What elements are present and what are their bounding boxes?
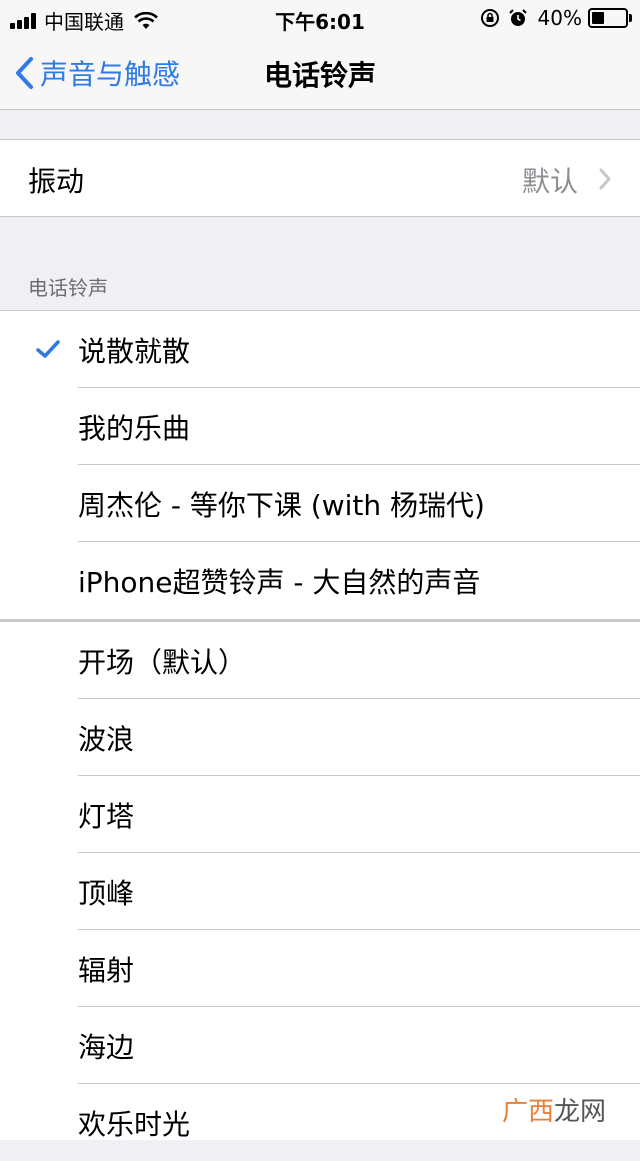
ringtone-label: 周杰伦 - 等你下课 (with 杨瑞代) [78, 489, 485, 522]
ringtone-item[interactable]: iPhone超赞铃声 - 大自然的声音 [0, 542, 640, 619]
status-bar: 中国联通 下午6:01 40% [0, 0, 640, 40]
alarm-icon [508, 9, 527, 26]
ringtone-label: 辐射 [78, 954, 135, 987]
ringtone-label: 欢乐时光 [78, 1108, 191, 1141]
status-right: 40% [472, 6, 632, 30]
ringtone-item[interactable]: 周杰伦 - 等你下课 (with 杨瑞代) [0, 465, 640, 542]
battery-icon [588, 8, 632, 28]
ringtone-item[interactable]: 辐射 [0, 930, 640, 1007]
ringtone-label: 说散就散 [78, 335, 191, 368]
ringtone-label: 我的乐曲 [78, 412, 191, 445]
default-tones-list: 开场（默认） 波浪 灯塔 顶峰 辐射 海边 欢乐时光 [0, 620, 640, 1141]
ringtone-label: 海边 [78, 1031, 135, 1064]
checkmark-icon [36, 340, 60, 358]
vibration-label: 振动 [28, 165, 85, 198]
ringtone-item[interactable]: 波浪 [0, 699, 640, 776]
watermark-part2: 龙网 [553, 1097, 606, 1127]
section-header: 电话铃声 [28, 276, 108, 300]
ringtone-label: 波浪 [78, 723, 135, 756]
watermark-part1: 广西 [501, 1097, 554, 1127]
ringtone-item[interactable]: 灯塔 [0, 776, 640, 853]
ringtone-item[interactable]: 我的乐曲 [0, 388, 640, 465]
ringtone-label: 开场（默认） [78, 646, 247, 679]
ringtone-label: 灯塔 [78, 800, 135, 833]
vibration-row[interactable]: 振动 默认 [0, 139, 640, 217]
ringtone-item[interactable]: 说散就散 [0, 311, 640, 388]
custom-tones-list: 说散就散 我的乐曲 周杰伦 - 等你下课 (with 杨瑞代) iPhone超赞… [0, 310, 640, 620]
ringtone-label: iPhone超赞铃声 - 大自然的声音 [78, 566, 481, 599]
vibration-value: 默认 [521, 165, 578, 198]
rotation-lock-icon [480, 9, 499, 27]
chevron-right-icon [599, 168, 611, 190]
page-title: 电话铃声 [263, 59, 376, 92]
ringtone-item[interactable]: 海边 [0, 1007, 640, 1084]
ringtone-label: 顶峰 [78, 877, 135, 910]
ringtone-item[interactable]: 顶峰 [0, 853, 640, 930]
battery-percent: 40% [537, 6, 582, 30]
watermark: 广西 龙网 [502, 1091, 606, 1128]
ringtone-item[interactable]: 开场（默认） [0, 622, 640, 699]
navigation-bar: 声音与触感 电话铃声 [0, 40, 640, 110]
